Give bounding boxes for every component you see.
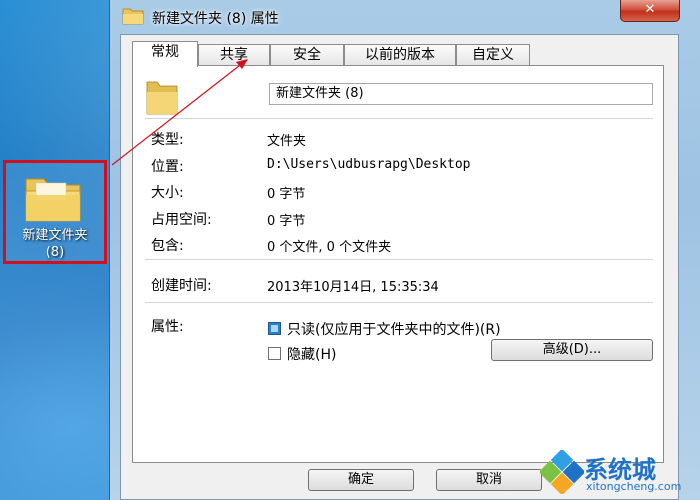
disk-size-value: 0 字节	[267, 214, 306, 229]
hidden-label[interactable]: 隐藏(H)	[287, 344, 336, 364]
attributes-label: 属性:	[151, 319, 184, 335]
close-button[interactable]: ✕	[620, 0, 680, 22]
title-bar[interactable]: 新建文件夹 (8) 属性 ✕	[110, 0, 700, 34]
ok-button[interactable]: 确定	[308, 469, 414, 491]
cancel-button[interactable]: 取消	[436, 469, 542, 491]
watermark-url: xitongcheng.com	[586, 480, 682, 493]
tab-sharing[interactable]: 共享	[198, 44, 270, 65]
tab-security[interactable]: 安全	[270, 44, 344, 65]
folder-icon	[146, 81, 178, 115]
folder-name-input[interactable]: 新建文件夹 (8)	[269, 83, 653, 105]
advanced-button[interactable]: 高级(D)...	[491, 339, 653, 361]
type-label: 类型:	[151, 132, 184, 148]
disk-size-label: 占用空间:	[151, 212, 212, 228]
location-label: 位置:	[151, 159, 184, 175]
watermark-logo: 系统城 xitongcheng.com	[540, 450, 690, 496]
folder-icon	[122, 8, 144, 25]
desktop-folder-icon[interactable]: 新建文件夹 (8)	[3, 160, 107, 264]
general-panel: 新建文件夹 (8) 类型: 文件夹 位置: D:\Users\udbusrapg…	[132, 65, 664, 463]
hidden-checkbox[interactable]	[268, 347, 281, 360]
folder-icon	[25, 178, 81, 222]
dialog-body: 常规 共享 安全 以前的版本 自定义 新建文件夹 (8) 类型: 文件夹 位置:…	[120, 34, 679, 500]
readonly-checkbox[interactable]	[268, 322, 281, 335]
tab-previous-versions[interactable]: 以前的版本	[344, 44, 456, 65]
tab-customize[interactable]: 自定义	[456, 44, 530, 65]
logo-icon	[540, 450, 584, 494]
type-value: 文件夹	[267, 134, 307, 149]
separator	[145, 259, 653, 260]
contains-label: 包含:	[151, 238, 184, 254]
location-value: D:\Users\udbusrapg\Desktop	[267, 157, 471, 172]
desktop-folder-sublabel: (8)	[45, 245, 65, 260]
properties-window: 新建文件夹 (8) 属性 ✕ 常规 共享 安全 以前的版本 自定义 新建文件夹 …	[109, 0, 700, 500]
size-value: 0 字节	[267, 187, 306, 202]
desktop-folder-label: 新建文件夹	[22, 228, 88, 243]
separator	[145, 302, 653, 303]
created-value: 2013年10月14日, 15:35:34	[267, 280, 439, 295]
contains-value: 0 个文件, 0 个文件夹	[267, 240, 392, 255]
separator	[145, 118, 653, 119]
tab-general[interactable]: 常规	[132, 41, 198, 67]
size-label: 大小:	[151, 185, 184, 201]
created-label: 创建时间:	[151, 278, 212, 294]
window-title: 新建文件夹 (8) 属性	[152, 11, 279, 27]
readonly-label[interactable]: 只读(仅应用于文件夹中的文件)(R)	[287, 319, 501, 339]
